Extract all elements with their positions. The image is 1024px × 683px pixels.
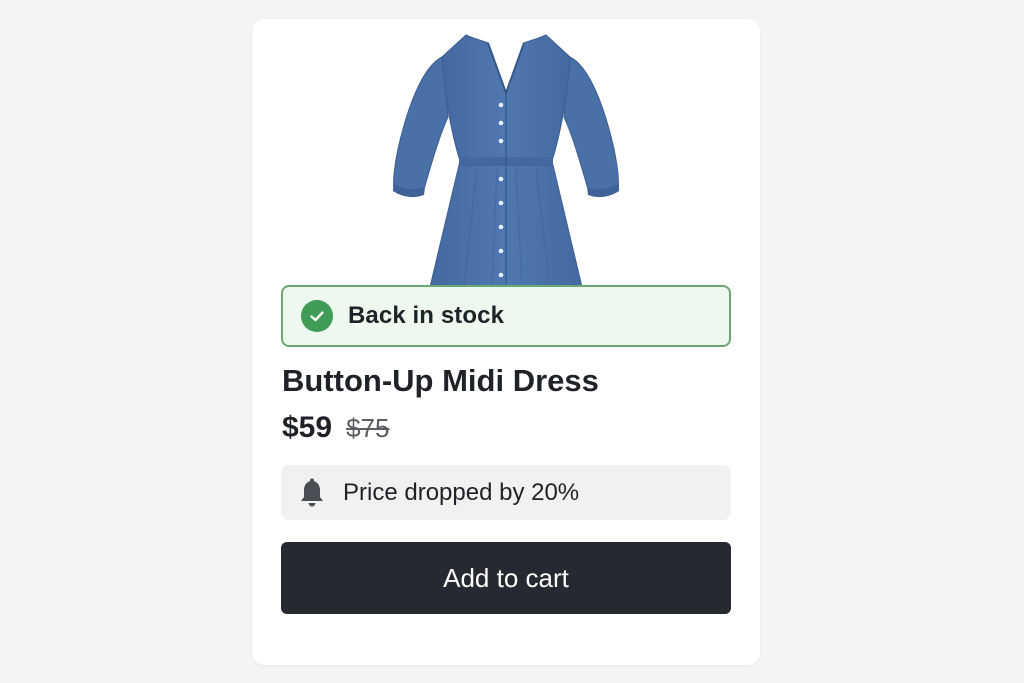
add-to-cart-button[interactable]: Add to cart	[281, 542, 731, 614]
stock-status-text: Back in stock	[348, 302, 505, 329]
dress-illustration	[393, 34, 619, 287]
stock-status-banner: Back in stock	[281, 285, 731, 347]
price-row: $59 $75	[282, 411, 389, 445]
check-circle-icon	[301, 300, 333, 332]
price-drop-alert: Price dropped by 20%	[281, 465, 731, 520]
price-drop-text: Price dropped by 20%	[343, 478, 580, 506]
product-title: Button-Up Midi Dress	[282, 363, 599, 398]
current-price: $59	[282, 411, 333, 444]
product-card: Back in stock Button-Up Midi Dress $59 $…	[252, 19, 760, 665]
bell-icon	[299, 478, 325, 508]
original-price: $75	[346, 413, 390, 443]
product-image[interactable]	[252, 19, 760, 287]
